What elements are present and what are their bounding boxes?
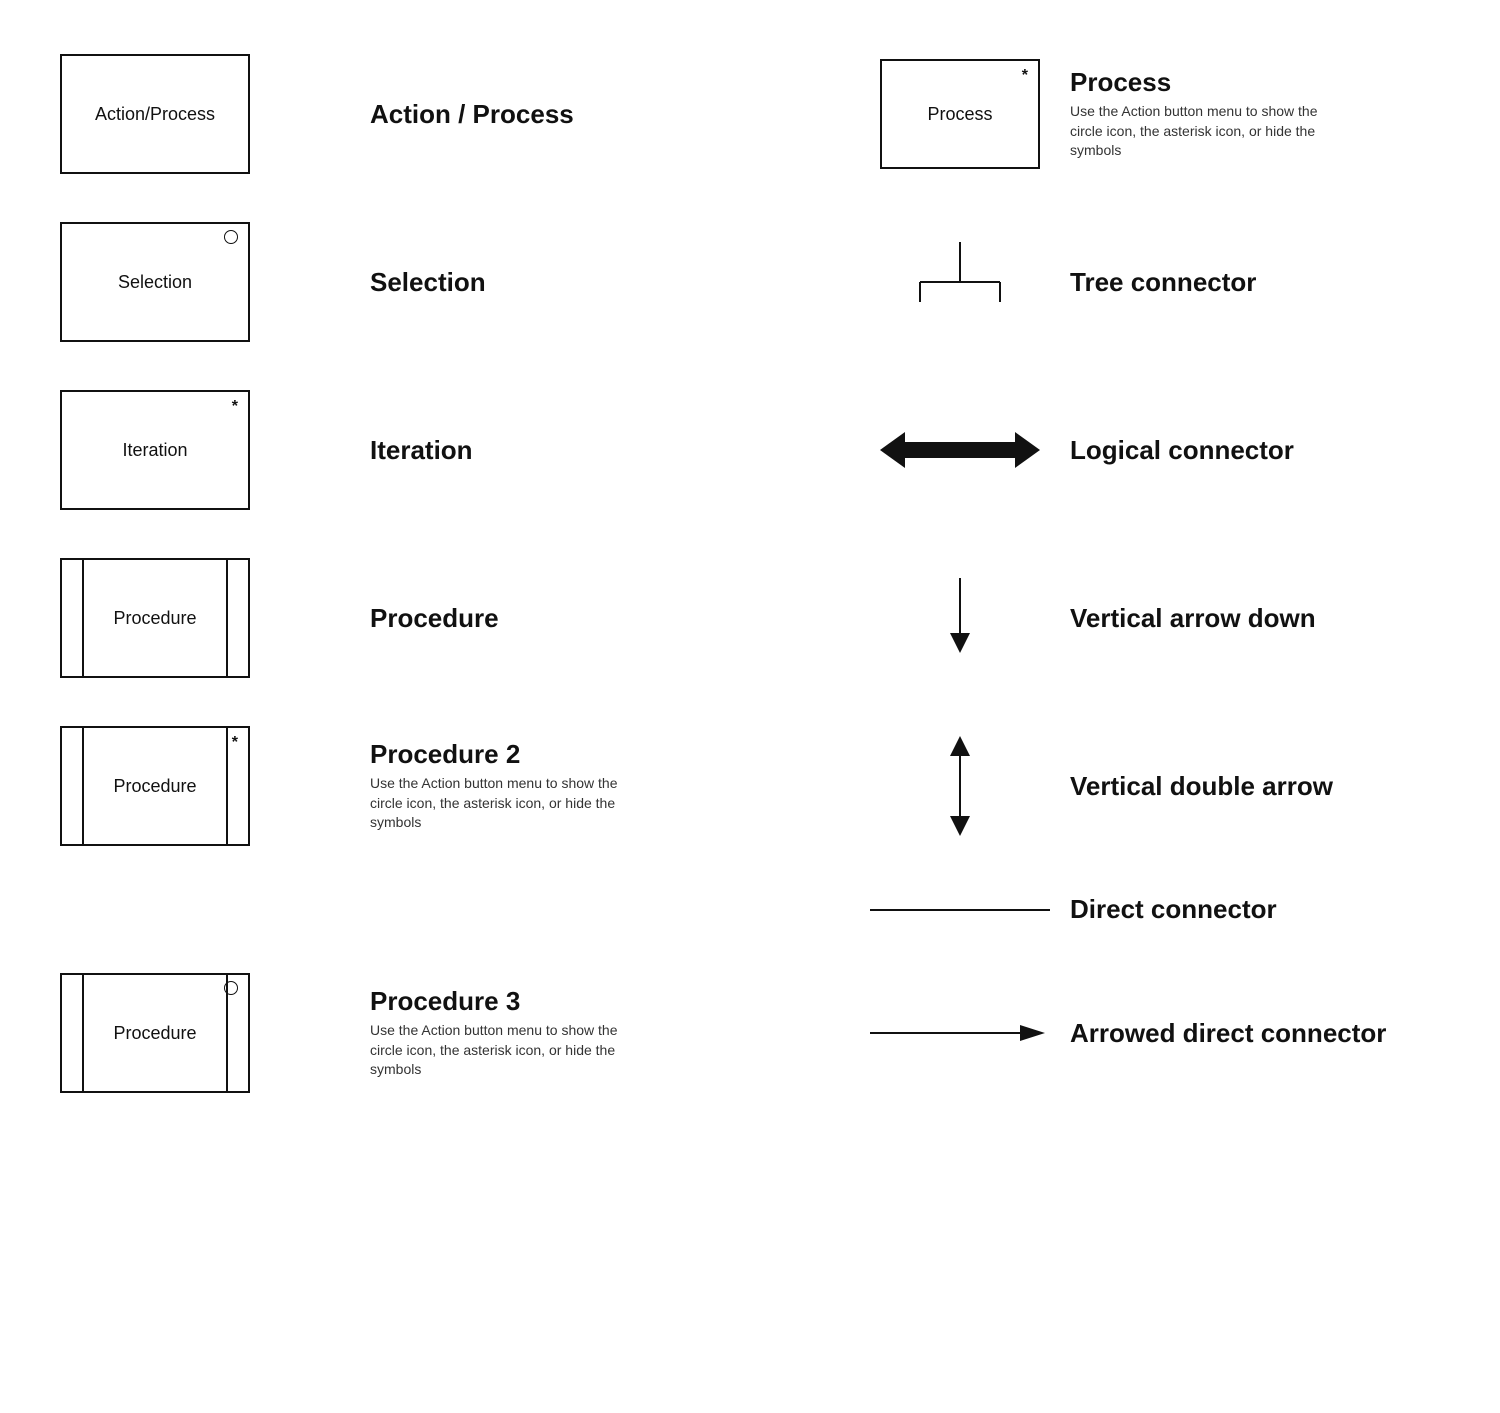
v-double-arrow-label: Vertical double arrow [1070, 771, 1333, 802]
procedure2-sub: Use the Action button menu to show the c… [370, 774, 630, 833]
process-box: * Process [880, 59, 1040, 169]
v-double-arrow-label-cell: Vertical double arrow [1060, 747, 1460, 826]
arrowed-direct-connector-label: Arrowed direct connector [1070, 1018, 1386, 1049]
process-desc-title: Process [1070, 67, 1330, 98]
procedure3-shape-cell: Procedure [40, 949, 360, 1117]
iteration-label-cell: Iteration [360, 411, 860, 490]
procedure-label-cell: Procedure [360, 579, 860, 658]
v-arrow-down-svg [940, 573, 980, 663]
action-process-shape-cell: Action/Process [40, 30, 360, 198]
process-box-label: Process [927, 104, 992, 125]
legend-grid: Action/Process Action / Process * Proces… [40, 30, 1460, 1117]
action-process-box: Action/Process [60, 54, 250, 174]
procedure3-sub: Use the Action button menu to show the c… [370, 1021, 630, 1080]
action-process-label-cell: Action / Process [360, 75, 860, 154]
procedure2-box: * Procedure [60, 726, 250, 846]
arrowed-direct-connector-label-cell: Arrowed direct connector [1060, 994, 1460, 1073]
procedure3-label-cell: Procedure 3 Use the Action button menu t… [360, 962, 860, 1104]
arrowed-line-cell [860, 994, 1060, 1072]
bold-double-arrow-cell [860, 401, 1060, 499]
logical-connector-label-cell: Logical connector [1060, 411, 1460, 490]
procedure-shape-cell: Procedure [40, 534, 360, 702]
procedure3-corner-circle [224, 981, 238, 995]
process-box-cell: * Process [860, 35, 1060, 193]
tree-connector-svg [900, 232, 1020, 332]
procedure2-shape-cell: * Procedure [40, 702, 360, 870]
procedure3-desc: Procedure 3 Use the Action button menu t… [370, 986, 630, 1080]
tree-connector-cell [860, 208, 1060, 356]
selection-box: Selection [60, 222, 250, 342]
tree-connector-label-cell: Tree connector [1060, 243, 1460, 322]
procedure2-box-label: Procedure [113, 776, 196, 797]
v-arrow-down-cell [860, 549, 1060, 687]
procedure3-title: Procedure 3 [370, 986, 630, 1017]
process-asterisk: * [1022, 67, 1028, 85]
procedure2-desc: Procedure 2 Use the Action button menu t… [370, 739, 630, 833]
tree-connector-label: Tree connector [1070, 267, 1256, 298]
v-arrow-down-label-cell: Vertical arrow down [1060, 579, 1460, 658]
action-process-box-label: Action/Process [95, 104, 215, 125]
direct-line-cell [860, 876, 1060, 944]
procedure2-label-cell: Procedure 2 Use the Action button menu t… [360, 715, 860, 857]
iteration-box: * Iteration [60, 390, 250, 510]
direct-empty-shape-cell [40, 886, 360, 934]
iteration-asterisk: * [232, 398, 238, 416]
procedure-box: Procedure [60, 558, 250, 678]
procedure2-title: Procedure 2 [370, 739, 630, 770]
v-double-arrow-svg [940, 736, 980, 836]
v-double-arrow-cell [860, 712, 1060, 860]
direct-line-svg [870, 900, 1050, 920]
direct-connector-label-cell: Direct connector [1060, 870, 1460, 949]
direct-empty-label-cell [360, 886, 860, 934]
process-desc: Process Use the Action button menu to sh… [1070, 67, 1330, 161]
process-desc-cell: Process Use the Action button menu to sh… [1060, 43, 1460, 185]
procedure2-asterisk: * [232, 734, 238, 752]
iteration-shape-cell: * Iteration [40, 366, 360, 534]
selection-corner-circle [224, 230, 238, 244]
selection-box-label: Selection [118, 272, 192, 293]
bold-double-arrow-svg [880, 425, 1040, 475]
direct-connector-label: Direct connector [1070, 894, 1277, 925]
selection-label: Selection [370, 267, 486, 298]
process-desc-text: Use the Action button menu to show the c… [1070, 102, 1330, 161]
iteration-box-label: Iteration [122, 440, 187, 461]
procedure-label: Procedure [370, 603, 499, 634]
procedure3-box: Procedure [60, 973, 250, 1093]
action-process-label: Action / Process [370, 99, 574, 130]
procedure-box-label: Procedure [113, 608, 196, 629]
v-arrow-down-label: Vertical arrow down [1070, 603, 1316, 634]
selection-shape-cell: Selection [40, 198, 360, 366]
iteration-label: Iteration [370, 435, 473, 466]
procedure3-box-label: Procedure [113, 1023, 196, 1044]
selection-label-cell: Selection [360, 243, 860, 322]
arrowed-line-svg [870, 1018, 1050, 1048]
logical-connector-label: Logical connector [1070, 435, 1294, 466]
